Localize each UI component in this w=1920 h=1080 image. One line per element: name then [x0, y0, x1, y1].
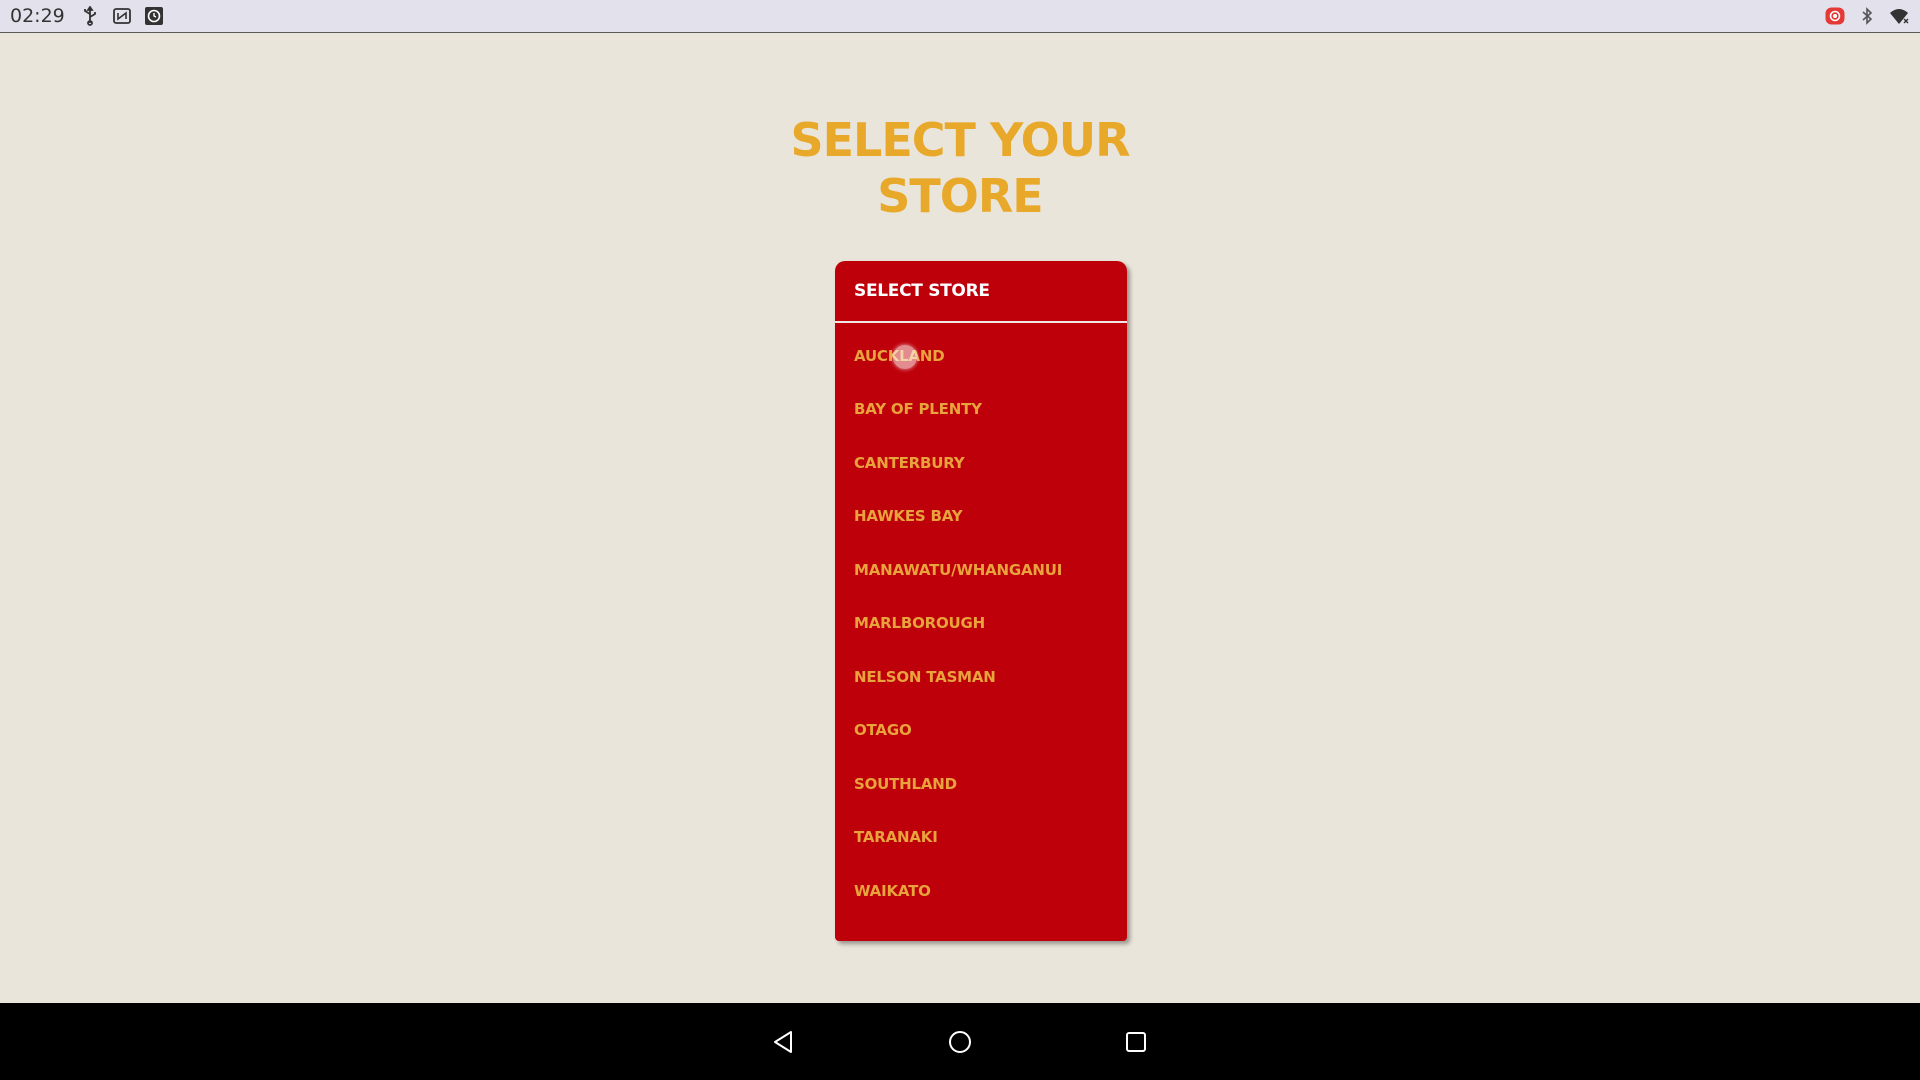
- store-option-label: SOUTHLAND: [854, 774, 957, 793]
- store-option-taranaki[interactable]: TARANAKI: [835, 811, 1127, 865]
- clock-app-icon: [143, 5, 165, 27]
- status-bar-right: [1824, 5, 1910, 27]
- back-button[interactable]: [766, 1024, 802, 1060]
- store-option-label: MANAWATU/WHANGANUI: [854, 560, 1063, 579]
- store-option-southland[interactable]: SOUTHLAND: [835, 757, 1127, 811]
- store-option-label: OTAGO: [854, 721, 912, 740]
- home-icon: [949, 1030, 971, 1053]
- wifi-icon: [1888, 5, 1910, 27]
- store-option-label: NELSON TASMAN: [854, 667, 996, 686]
- store-option-marlborough[interactable]: MARLBOROUGH: [835, 597, 1127, 651]
- screen-record-icon: [1824, 5, 1846, 27]
- store-option-label: MARLBOROUGH: [854, 614, 985, 633]
- page-title: SELECT YOUR STORE: [0, 112, 1920, 224]
- store-option-nelson-tasman[interactable]: NELSON TASMAN: [835, 650, 1127, 704]
- store-option-bay-of-plenty[interactable]: BAY OF PLENTY: [835, 383, 1127, 437]
- store-option-waikato[interactable]: WAIKATO: [835, 864, 1127, 918]
- store-dropdown[interactable]: SELECT STORE AUCKLAND BAY OF PLENTY CANT…: [835, 261, 1127, 941]
- status-time: 02:29: [10, 5, 65, 27]
- store-option-hawkes-bay[interactable]: HAWKES BAY: [835, 490, 1127, 544]
- home-button[interactable]: [942, 1024, 978, 1060]
- store-option-label: BAY OF PLENTY: [854, 400, 982, 419]
- back-icon: [774, 1030, 792, 1053]
- page-title-line2: STORE: [877, 169, 1043, 223]
- main-content: SELECT YOUR STORE SELECT STORE AUCKLAND …: [0, 34, 1920, 1002]
- touch-indicator: [893, 345, 917, 369]
- store-list: AUCKLAND BAY OF PLENTY CANTERBURY HAWKES…: [835, 323, 1127, 918]
- store-option-manawatu-whanganui[interactable]: MANAWATU/WHANGANUI: [835, 543, 1127, 597]
- store-option-otago[interactable]: OTAGO: [835, 704, 1127, 758]
- status-bar-left: 02:29: [10, 5, 165, 27]
- store-option-auckland[interactable]: AUCKLAND: [835, 329, 1127, 383]
- nfc-off-icon: [111, 5, 133, 27]
- store-option-label: HAWKES BAY: [854, 507, 963, 526]
- usb-icon: [79, 5, 101, 27]
- store-dropdown-header[interactable]: SELECT STORE: [835, 261, 1127, 323]
- recents-button[interactable]: [1118, 1024, 1154, 1060]
- recents-icon: [1126, 1031, 1146, 1052]
- store-option-label: TARANAKI: [854, 828, 938, 847]
- store-option-label: CANTERBURY: [854, 453, 965, 472]
- navigation-bar: [0, 1003, 1920, 1080]
- page-title-line1: SELECT YOUR: [790, 113, 1131, 167]
- bluetooth-icon: [1856, 5, 1878, 27]
- status-bar: 02:29: [0, 0, 1920, 33]
- store-option-label: WAIKATO: [854, 881, 931, 900]
- store-option-canterbury[interactable]: CANTERBURY: [835, 436, 1127, 490]
